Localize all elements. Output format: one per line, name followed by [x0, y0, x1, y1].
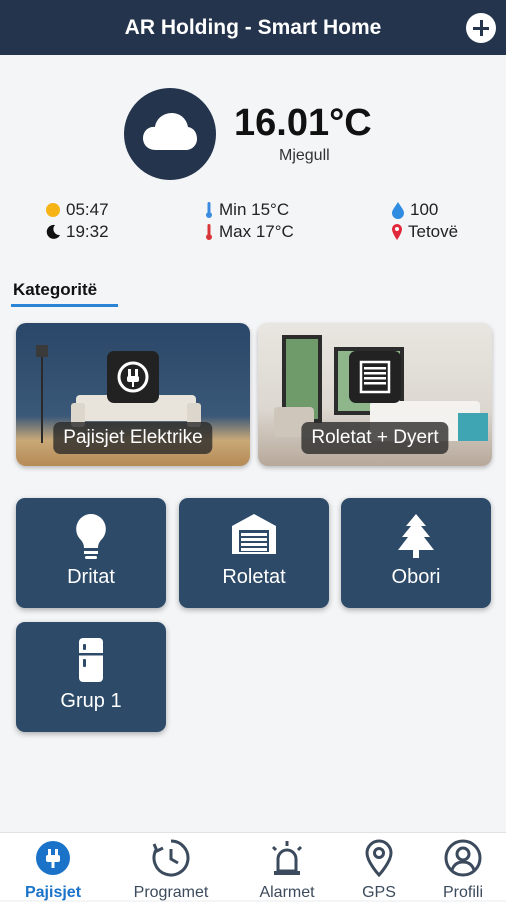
category-card-blinds-doors[interactable]: Roletat + Dyert [258, 323, 492, 466]
tile-label: Grup 1 [60, 690, 122, 712]
sunrise-time: 05:47 [66, 200, 109, 219]
app-title: AR Holding - Smart Home [124, 16, 382, 39]
water-drop-icon [392, 202, 404, 219]
fridge-icon [79, 638, 103, 682]
category-card-electrical[interactable]: Pajisjet Elektrike [16, 323, 250, 466]
map-pin-icon [392, 224, 402, 240]
add-button[interactable] [466, 13, 496, 43]
nav-label: Pajisjet [24, 884, 82, 901]
tile-label: Roletat [222, 566, 286, 588]
nav-item-programet[interactable]: Programet [121, 839, 221, 902]
group-tile-dritat[interactable]: Dritat [16, 498, 166, 608]
location: Tetovë [391, 222, 458, 242]
tile-label: Dritat [67, 566, 115, 588]
bottom-navigation: Pajisjet Programet Alarmet GPS Profili [0, 832, 506, 902]
thermometer-cold-icon [206, 202, 212, 218]
category-label: Pajisjet Elektrike [53, 422, 213, 454]
humidity-value: 100 [410, 200, 439, 219]
group-tile-roletat[interactable]: Roletat [179, 498, 329, 608]
temperature: 16.01°C [234, 102, 372, 144]
group-tile-obori[interactable]: Obori [341, 498, 491, 608]
window-blinds-icon [349, 351, 401, 403]
tree-icon [398, 514, 434, 558]
nav-item-pajisjet[interactable]: Pajisjet [3, 839, 103, 902]
garage-icon [232, 514, 276, 554]
sun-icon [46, 203, 60, 217]
categories-title: Kategoritë [13, 280, 98, 299]
sunrise: 05:47 [45, 200, 109, 220]
nav-label: Alarmet [259, 884, 315, 901]
lightbulb-icon [76, 514, 106, 559]
moon-icon [46, 224, 60, 239]
category-label: Roletat + Dyert [301, 422, 449, 454]
cloud-icon [143, 113, 197, 150]
location-pin-icon [365, 839, 393, 878]
plug-icon [36, 841, 70, 875]
clock-icon [152, 839, 190, 877]
nav-item-profili[interactable]: Profili [413, 839, 506, 902]
max-temp-text: Max 17°C [219, 222, 294, 241]
nav-label: Programet [133, 884, 209, 901]
nav-label: Profili [442, 884, 483, 901]
categories-underline [11, 304, 118, 307]
tile-label: Obori [391, 566, 441, 588]
plug-icon [107, 351, 159, 403]
max-temp: Max 17°C [204, 222, 294, 242]
sunset-time: 19:32 [66, 222, 109, 241]
thermometer-hot-icon [206, 224, 212, 240]
humidity: 100 [391, 200, 438, 220]
min-temp-text: Min 15°C [219, 200, 290, 219]
weather-icon-circle [124, 88, 216, 180]
location-name: Tetovë [408, 222, 459, 241]
weather-condition: Mjegull [279, 147, 330, 164]
user-icon [444, 839, 482, 877]
nav-item-alarmet[interactable]: Alarmet [237, 839, 337, 902]
sunset: 19:32 [45, 222, 109, 242]
group-tile-grup1[interactable]: Grup 1 [16, 622, 166, 732]
siren-icon [271, 841, 303, 875]
min-temp: Min 15°C [204, 200, 289, 220]
app-header: AR Holding - Smart Home [0, 0, 506, 55]
